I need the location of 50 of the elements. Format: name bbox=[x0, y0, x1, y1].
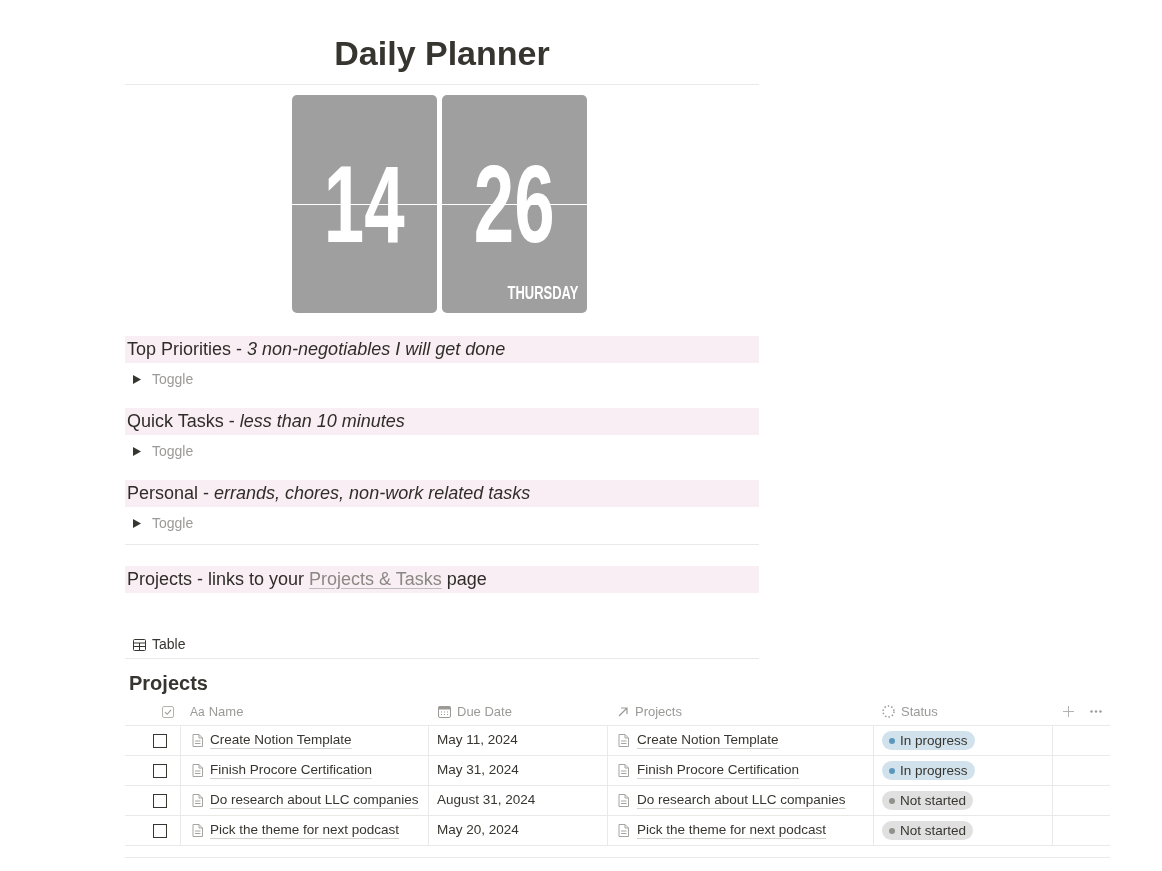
page-icon bbox=[192, 734, 203, 747]
arrow-icon bbox=[618, 706, 628, 717]
page-link[interactable]: Do research about LLC companies bbox=[210, 790, 419, 811]
dashed-circle-icon bbox=[882, 705, 895, 718]
checkbox[interactable] bbox=[153, 763, 167, 778]
relation-link[interactable]: Do research about LLC companies bbox=[637, 790, 846, 811]
section-heading: Personal - errands, chores, non-work related tasks bbox=[125, 480, 759, 507]
page-link[interactable]: Create Notion Template bbox=[210, 730, 352, 751]
page-title: Daily Planner bbox=[334, 33, 550, 73]
section-heading: Top Priorities - 3 non-negotiables I will get done bbox=[125, 336, 759, 363]
more-icon[interactable] bbox=[1090, 710, 1102, 713]
section-heading: Projects - links to your Projects & Tasks page bbox=[125, 566, 759, 593]
status-tag[interactable]: Not started bbox=[882, 791, 974, 810]
toggle-triangle-icon[interactable] bbox=[133, 374, 141, 384]
status-label: Not started bbox=[900, 792, 967, 810]
database-title: Projects bbox=[129, 671, 208, 696]
text-type-icon: Aa bbox=[190, 702, 205, 721]
date-cell: August 31, 2024 bbox=[429, 786, 608, 815]
page-icon bbox=[192, 764, 203, 777]
view-tab[interactable]: Table bbox=[131, 632, 188, 657]
checkbox[interactable] bbox=[153, 733, 167, 748]
checkbox[interactable] bbox=[153, 823, 167, 838]
page-icon bbox=[618, 734, 629, 747]
checkbox[interactable] bbox=[153, 793, 167, 808]
status-tag[interactable]: In progress bbox=[882, 731, 975, 750]
relation-link[interactable]: Create Notion Template bbox=[637, 730, 779, 751]
status-tag[interactable]: In progress bbox=[882, 761, 975, 780]
date-cell: May 31, 2024 bbox=[429, 756, 608, 785]
table-icon bbox=[133, 638, 146, 651]
page-icon bbox=[618, 794, 629, 807]
page-link[interactable]: Pick the theme for next podcast bbox=[210, 820, 400, 841]
checkbox-column-icon bbox=[162, 705, 174, 718]
relation-link[interactable]: Finish Procore Certification bbox=[637, 760, 800, 781]
section-heading: Quick Tasks - less than 10 minutes bbox=[125, 408, 759, 435]
status-tag[interactable]: Not started bbox=[882, 821, 974, 840]
status-label: Not started bbox=[900, 822, 967, 840]
status-label: In progress bbox=[900, 762, 968, 780]
toggle-triangle-icon[interactable] bbox=[133, 518, 141, 528]
calendar-icon bbox=[438, 705, 451, 718]
date-cell: May 20, 2024 bbox=[429, 816, 608, 845]
page-icon bbox=[618, 824, 629, 837]
status-label: In progress bbox=[900, 732, 968, 750]
toggle-triangle-icon[interactable] bbox=[133, 446, 141, 456]
page-link[interactable]: Finish Procore Certification bbox=[210, 760, 373, 781]
date-cell: May 11, 2024 bbox=[429, 726, 608, 755]
weekday-label: THURSDAY bbox=[507, 285, 578, 301]
page-icon bbox=[192, 824, 203, 837]
page-icon bbox=[618, 764, 629, 777]
relation-link[interactable]: Pick the theme for next podcast bbox=[637, 820, 827, 841]
page-icon bbox=[192, 794, 203, 807]
